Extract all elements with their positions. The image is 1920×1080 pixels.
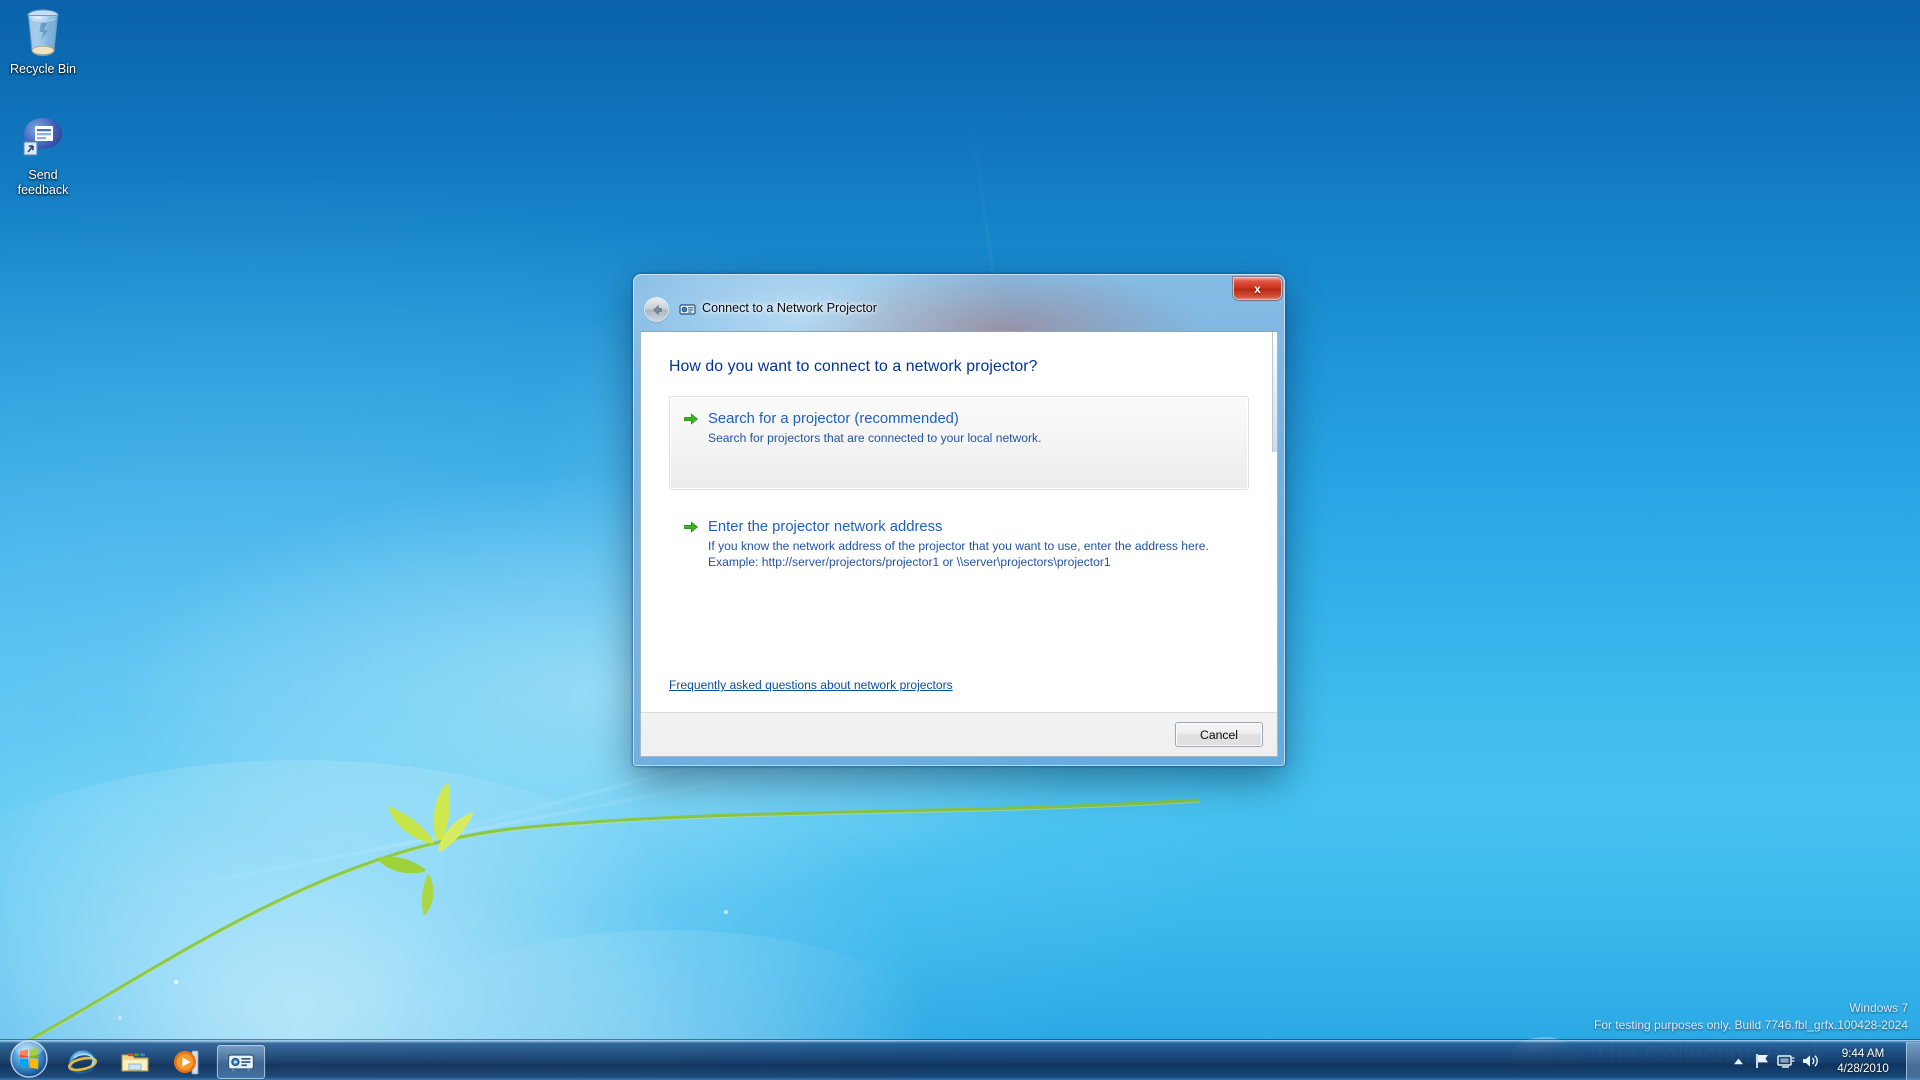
- recycle-bin-icon: [19, 6, 67, 58]
- page-title: How do you want to connect to a network …: [669, 358, 1249, 376]
- network-button[interactable]: [1774, 1041, 1798, 1080]
- internet-explorer-icon: [67, 1047, 97, 1077]
- network-icon: [1776, 1052, 1796, 1070]
- system-tray: 9:44 AM 4/28/2010: [1726, 1041, 1920, 1080]
- option-description: Search for projectors that are connected…: [708, 431, 1234, 447]
- windows-explorer-icon: [120, 1047, 150, 1077]
- watermark-line-1: Windows 7: [1594, 1000, 1908, 1017]
- option-search-for-projector[interactable]: Search for a projector (recommended) Sea…: [669, 396, 1249, 490]
- network-projector-window[interactable]: Connect to a Network Projector x How do …: [633, 274, 1285, 766]
- desktop-icon-send-feedback[interactable]: Send feedback: [0, 112, 86, 198]
- option-description: If you know the network address of the p…: [708, 539, 1234, 555]
- close-button[interactable]: x: [1234, 278, 1281, 299]
- taskbar[interactable]: 9:44 AM 4/28/2010: [0, 1040, 1920, 1080]
- desktop-icon-label: Recycle Bin: [10, 62, 76, 76]
- taskbar-buttons: [58, 1043, 265, 1079]
- window-titlebar[interactable]: Connect to a Network Projector x: [633, 274, 1285, 331]
- show-hidden-icons-icon: [1733, 1057, 1744, 1066]
- back-button[interactable]: [645, 298, 668, 321]
- wallpaper-stem-graphic: [0, 760, 1200, 1080]
- close-button-label: x: [1254, 282, 1261, 296]
- taskbar-item-network-projector[interactable]: [217, 1045, 265, 1079]
- content-pane: How do you want to connect to a network …: [641, 332, 1277, 712]
- option-description-example: Example: http://server/projectors/projec…: [708, 555, 1234, 571]
- show-hidden-icons-button[interactable]: [1726, 1041, 1750, 1080]
- watermark-line-2: For testing purposes only. Build 7746.fb…: [1594, 1017, 1908, 1034]
- window-title: Connect to a Network Projector: [702, 301, 877, 315]
- start-orb-icon: [7, 1037, 51, 1080]
- option-title: Enter the projector network address: [708, 518, 1234, 537]
- dialog-footer: Cancel: [641, 712, 1277, 756]
- taskbar-item-windows-explorer[interactable]: [111, 1045, 159, 1079]
- action-center-button[interactable]: [1750, 1041, 1774, 1080]
- network-projector-icon: [227, 1050, 255, 1074]
- back-arrow-icon: [650, 303, 664, 317]
- media-player-icon: [173, 1047, 203, 1077]
- volume-button[interactable]: [1798, 1041, 1822, 1080]
- option-title: Search for a projector (recommended): [708, 410, 1234, 429]
- send-feedback-icon: [19, 112, 67, 164]
- desktop-background[interactable]: Recycle Bin Send feedback: [0, 0, 1920, 1080]
- scrollbar[interactable]: [1272, 332, 1277, 452]
- option-enter-network-address[interactable]: Enter the projector network address If y…: [669, 504, 1249, 578]
- green-arrow-icon: [684, 521, 698, 533]
- desktop-icon-label: Send: [28, 168, 57, 182]
- show-desktop-button[interactable]: [1906, 1042, 1920, 1080]
- taskbar-item-media-player[interactable]: [164, 1045, 212, 1079]
- green-arrow-icon: [684, 413, 698, 425]
- start-button[interactable]: [2, 1038, 56, 1080]
- desktop-icon-recycle-bin[interactable]: Recycle Bin: [0, 6, 86, 77]
- evaluation-watermark: Windows 7 For testing purposes only. Bui…: [1594, 1000, 1908, 1034]
- clock-time: 9:44 AM: [1822, 1046, 1904, 1061]
- action-center-flag-icon: [1753, 1052, 1771, 1070]
- window-client-area: How do you want to connect to a network …: [640, 331, 1278, 757]
- desktop-icon-label: feedback: [18, 183, 69, 197]
- clock-date: 4/28/2010: [1822, 1061, 1904, 1076]
- faq-link[interactable]: Frequently asked questions about network…: [669, 678, 953, 692]
- projector-icon: [679, 302, 696, 317]
- clock[interactable]: 9:44 AM 4/28/2010: [1822, 1046, 1904, 1076]
- cancel-button[interactable]: Cancel: [1175, 722, 1263, 747]
- taskbar-item-internet-explorer[interactable]: [58, 1045, 106, 1079]
- volume-icon: [1800, 1052, 1820, 1070]
